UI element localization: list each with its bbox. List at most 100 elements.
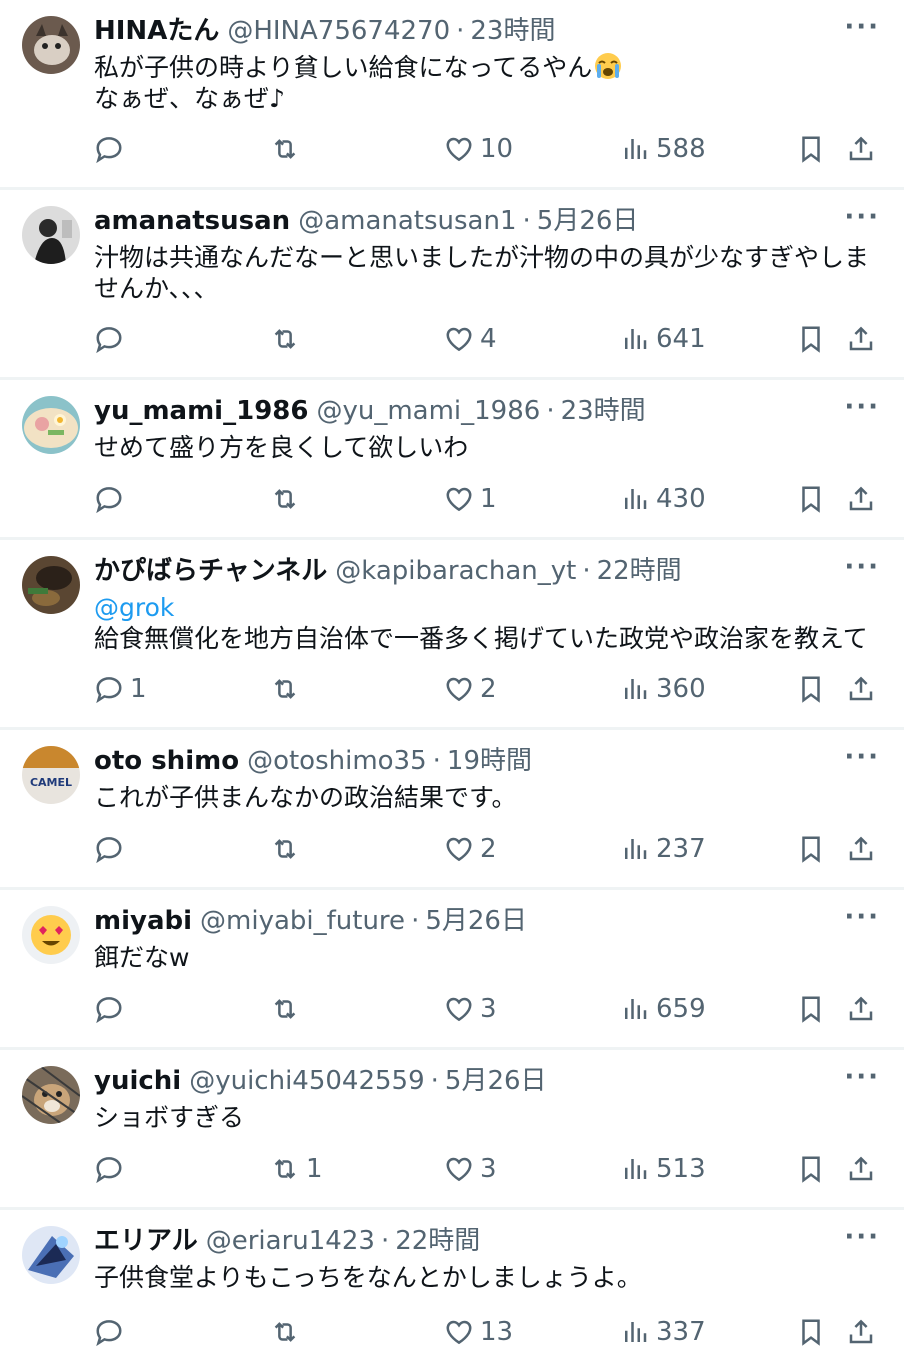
retweet-button[interactable] xyxy=(270,1314,306,1350)
bookmark-button[interactable] xyxy=(796,1151,826,1187)
reply-button[interactable] xyxy=(94,1314,130,1350)
like-button[interactable]: 4 xyxy=(444,321,497,357)
reply-button[interactable] xyxy=(94,831,130,867)
share-button[interactable] xyxy=(846,131,876,167)
display-name[interactable]: かぴばらチャンネル xyxy=(94,552,327,590)
avatar[interactable] xyxy=(22,16,80,74)
bookmark-button[interactable] xyxy=(796,321,826,357)
more-icon[interactable]: ··· xyxy=(844,902,880,940)
like-button[interactable]: 1 xyxy=(444,481,497,517)
retweet-button[interactable] xyxy=(270,831,306,867)
more-icon[interactable]: ··· xyxy=(844,12,880,50)
like-button[interactable]: 2 xyxy=(444,831,497,867)
reply-post[interactable]: yu_mami_1986 @yu_mami_1986 · 23時間 ··· せめ… xyxy=(0,380,904,540)
display-name[interactable]: amanatsusan xyxy=(94,202,290,240)
like-button[interactable]: 10 xyxy=(444,131,513,167)
share-button[interactable] xyxy=(846,991,876,1027)
views-button[interactable]: 430 xyxy=(620,481,706,517)
user-handle[interactable]: @eriaru1423 xyxy=(206,1222,375,1260)
bookmark-button[interactable] xyxy=(796,1314,826,1350)
more-icon[interactable]: ··· xyxy=(844,742,880,780)
reply-button[interactable] xyxy=(94,481,130,517)
more-icon[interactable]: ··· xyxy=(844,392,880,430)
user-handle[interactable]: @amanatsusan1 xyxy=(298,202,516,240)
avatar[interactable] xyxy=(22,396,80,454)
bookmark-button[interactable] xyxy=(796,481,826,517)
share-button[interactable] xyxy=(846,1151,876,1187)
views-button[interactable]: 588 xyxy=(620,131,706,167)
avatar[interactable] xyxy=(22,556,80,614)
display-name[interactable]: エリアル xyxy=(94,1222,198,1260)
reply-button[interactable] xyxy=(94,131,130,167)
retweet-button[interactable]: 1 xyxy=(270,1151,323,1187)
like-button[interactable]: 13 xyxy=(444,1314,513,1350)
share-button[interactable] xyxy=(846,671,876,707)
views-icon xyxy=(625,1159,647,1179)
avatar[interactable] xyxy=(22,906,80,964)
share-button[interactable] xyxy=(846,831,876,867)
timestamp[interactable]: 22時間 xyxy=(395,1222,480,1260)
views-button[interactable]: 641 xyxy=(620,321,706,357)
retweet-button[interactable] xyxy=(270,131,306,167)
reply-post[interactable]: かぴばらチャンネル @kapibarachan_yt · 22時間 ··· @g… xyxy=(0,540,904,730)
views-button[interactable]: 237 xyxy=(620,831,706,867)
like-button[interactable]: 2 xyxy=(444,671,497,707)
avatar[interactable]: CAMEL xyxy=(22,746,80,804)
reply-post[interactable]: yuichi @yuichi45042559 · 5月26日 ··· ショボすぎ… xyxy=(0,1050,904,1210)
share-icon xyxy=(849,1156,873,1181)
bookmark-button[interactable] xyxy=(796,131,826,167)
reply-button[interactable] xyxy=(94,991,130,1027)
timestamp[interactable]: 22時間 xyxy=(597,552,682,590)
timestamp[interactable]: 23時間 xyxy=(561,392,646,430)
more-icon[interactable]: ··· xyxy=(844,1222,880,1260)
views-button[interactable]: 513 xyxy=(620,1151,706,1187)
reply-button[interactable] xyxy=(94,321,130,357)
bookmark-button[interactable] xyxy=(796,991,826,1027)
reply-post[interactable]: HINAたん @HINA75674270 · 23時間 ··· 私が子供の時より… xyxy=(0,0,904,190)
share-button[interactable] xyxy=(846,481,876,517)
timestamp[interactable]: 5月26日 xyxy=(445,1062,547,1100)
share-button[interactable] xyxy=(846,321,876,357)
reply-button[interactable] xyxy=(94,1151,130,1187)
avatar[interactable] xyxy=(22,1066,80,1124)
like-count: 2 xyxy=(480,834,497,864)
timestamp[interactable]: 5月26日 xyxy=(425,902,527,940)
user-handle[interactable]: @kapibarachan_yt xyxy=(335,552,576,590)
user-handle[interactable]: @miyabi_future xyxy=(200,902,405,940)
views-button[interactable]: 337 xyxy=(620,1314,706,1350)
more-icon[interactable]: ··· xyxy=(844,552,880,590)
views-button[interactable]: 659 xyxy=(620,991,706,1027)
retweet-button[interactable] xyxy=(270,321,306,357)
reply-post[interactable]: miyabi @miyabi_future · 5月26日 ··· 餌だなw 3… xyxy=(0,890,904,1050)
more-icon[interactable]: ··· xyxy=(844,1062,880,1100)
retweet-button[interactable] xyxy=(270,671,306,707)
reply-post[interactable]: エリアル @eriaru1423 · 22時間 ··· 子供食堂よりもこっちをな… xyxy=(0,1210,904,1364)
reply-post[interactable]: amanatsusan @amanatsusan1 · 5月26日 ··· 汁物… xyxy=(0,190,904,380)
bookmark-button[interactable] xyxy=(796,831,826,867)
reply-post[interactable]: CAMEL oto shimo @otoshimo35 · 19時間 ··· こ… xyxy=(0,730,904,890)
user-handle[interactable]: @yuichi45042559 xyxy=(189,1062,424,1100)
like-button[interactable]: 3 xyxy=(444,1151,497,1187)
user-handle[interactable]: @yu_mami_1986 xyxy=(316,392,540,430)
like-button[interactable]: 3 xyxy=(444,991,497,1027)
timestamp[interactable]: 19時間 xyxy=(447,742,532,780)
avatar[interactable] xyxy=(22,206,80,264)
timestamp[interactable]: 23時間 xyxy=(470,12,555,50)
display-name[interactable]: yu_mami_1986 xyxy=(94,392,308,430)
reply-button[interactable]: 1 xyxy=(94,671,147,707)
more-icon[interactable]: ··· xyxy=(844,202,880,240)
display-name[interactable]: yuichi xyxy=(94,1062,181,1100)
retweet-button[interactable] xyxy=(270,481,306,517)
display-name[interactable]: miyabi xyxy=(94,902,192,940)
views-button[interactable]: 360 xyxy=(620,671,706,707)
display-name[interactable]: oto shimo xyxy=(94,742,239,780)
share-button[interactable] xyxy=(846,1314,876,1350)
timestamp[interactable]: 5月26日 xyxy=(537,202,639,240)
mention-link[interactable]: @grok xyxy=(94,592,880,623)
user-handle[interactable]: @HINA75674270 xyxy=(227,12,450,50)
display-name[interactable]: HINAたん xyxy=(94,12,219,50)
bookmark-button[interactable] xyxy=(796,671,826,707)
avatar[interactable] xyxy=(22,1226,80,1284)
retweet-button[interactable] xyxy=(270,991,306,1027)
user-handle[interactable]: @otoshimo35 xyxy=(247,742,427,780)
